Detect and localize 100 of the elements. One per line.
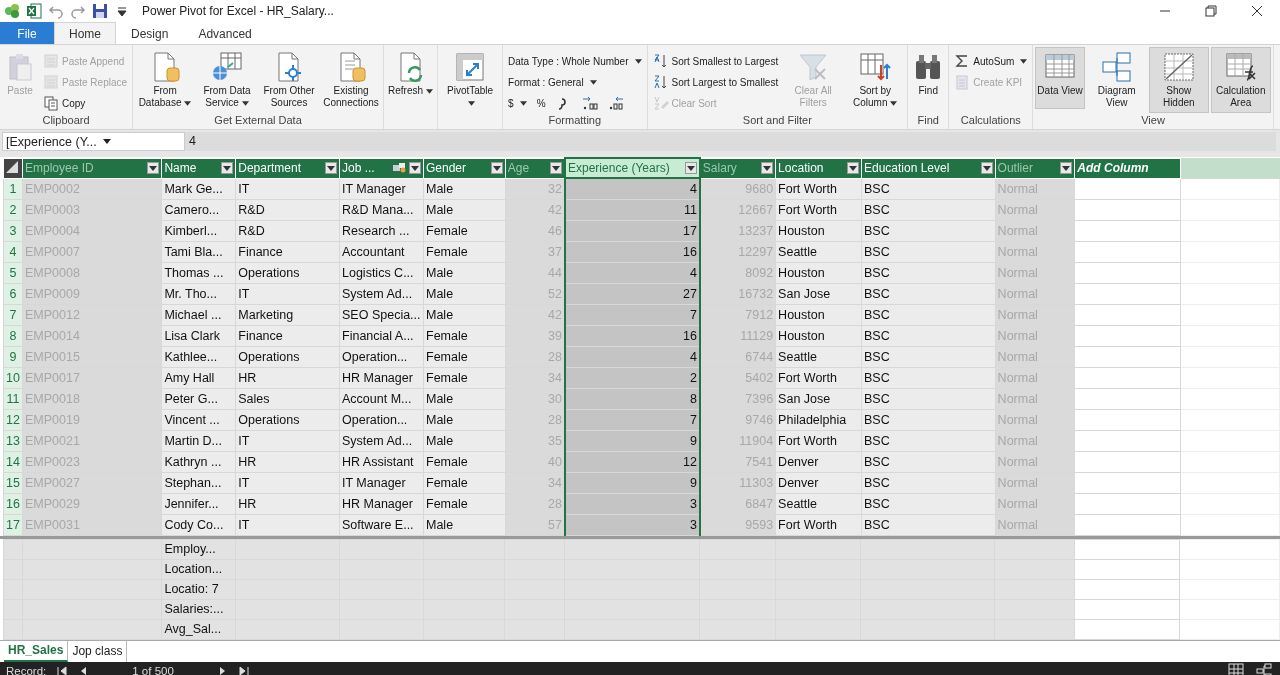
sheet-tab[interactable]: HR_Sales	[4, 640, 69, 662]
group-label: View	[1140, 113, 1166, 128]
filter-dropdown-icon[interactable]	[550, 162, 562, 174]
row-number[interactable]: 5	[3, 262, 23, 283]
copy-icon	[43, 95, 59, 111]
column-header[interactable]: Add Column	[1074, 158, 1181, 178]
table-cell: 9	[565, 430, 700, 451]
row-number[interactable]: 8	[3, 325, 23, 346]
column-header[interactable]: Salary	[699, 158, 776, 178]
filter-dropdown-icon[interactable]	[221, 162, 234, 174]
table-cell: 12	[565, 451, 700, 472]
row-number[interactable]: 14	[3, 451, 23, 472]
column-header[interactable]: Location	[775, 158, 862, 178]
save-icon[interactable]	[92, 3, 108, 19]
ribbon-button[interactable]: Sort by Column	[845, 47, 906, 113]
row-number[interactable]: 6	[3, 283, 23, 304]
column-header[interactable]: Age	[505, 158, 565, 178]
record-position: 1 of 500	[132, 665, 174, 675]
ribbon-tab[interactable]: Advanced	[183, 22, 267, 44]
ribbon-tab[interactable]: Design	[116, 22, 184, 44]
row-number[interactable]: 13	[3, 430, 23, 451]
ribbon-button[interactable]: $	[505, 93, 530, 113]
row-number[interactable]: 16	[3, 493, 23, 514]
row-number[interactable]: 9	[3, 346, 23, 367]
undo-icon[interactable]	[48, 3, 64, 19]
diagram-icon[interactable]	[1256, 663, 1272, 675]
ribbon-button[interactable]: Find	[910, 47, 947, 109]
group-label: Clipboard	[41, 113, 91, 128]
filter-dropdown-icon[interactable]	[147, 162, 160, 174]
filter-dropdown-icon[interactable]	[684, 162, 697, 174]
select-all-icon[interactable]	[6, 160, 18, 173]
row-number[interactable]: 15	[3, 472, 23, 493]
grid-icon[interactable]	[1228, 663, 1244, 675]
group-label: Sort and Filter	[741, 113, 813, 128]
row-number[interactable]: 3	[3, 220, 23, 241]
ribbon-button[interactable]: %	[533, 93, 549, 113]
name-box[interactable]: [Experience (Y...	[2, 132, 185, 151]
formula-field[interactable]: 4	[185, 132, 1276, 151]
ribbon-button[interactable]: Sort Smallest to Largest	[649, 51, 782, 71]
filter-dropdown-icon[interactable]	[409, 162, 421, 174]
filter-dropdown-icon[interactable]	[980, 162, 993, 174]
caret-icon	[519, 100, 527, 106]
column-header[interactable]: Education Level	[861, 158, 996, 178]
paste-icon	[43, 74, 59, 90]
filter-dropdown-icon[interactable]	[1060, 162, 1073, 174]
row-number[interactable]: 11	[3, 388, 23, 409]
first-record-icon[interactable]	[56, 666, 69, 675]
column-header[interactable]: Experience (Years)	[565, 158, 700, 178]
ribbon-tab[interactable]: Home	[54, 22, 116, 44]
dropdown-button[interactable]: Format : General	[505, 72, 645, 92]
relationship-icon	[392, 162, 406, 174]
table-cell: 27	[565, 283, 700, 304]
caret-icon	[426, 88, 434, 94]
formula-grid-icon	[1224, 51, 1257, 83]
measure-cell[interactable]: Employ...	[161, 539, 236, 559]
ribbon-button[interactable]: Show Hidden	[1148, 47, 1209, 113]
ribbon-button[interactable]: Refresh	[386, 47, 436, 109]
table-cell: 4	[565, 178, 700, 199]
dropdown-button[interactable]: Data Type : Whole Number	[505, 51, 645, 71]
diagram-icon	[1100, 51, 1133, 83]
caret-icon	[890, 100, 898, 106]
last-record-icon[interactable]	[237, 666, 250, 675]
ribbon-button[interactable]: From Other Sources	[259, 47, 320, 113]
ribbon-button[interactable]: From Data Service	[197, 47, 258, 113]
column-header[interactable]: Job ...	[339, 158, 424, 178]
paste-icon	[43, 53, 59, 69]
row-number[interactable]: 2	[3, 199, 23, 220]
row-number[interactable]: 12	[3, 409, 23, 430]
ribbon-button[interactable]: PivotTable	[440, 47, 501, 113]
column-header[interactable]: Employee ID	[22, 158, 162, 178]
column-header[interactable]: Department	[235, 158, 340, 178]
row-number[interactable]: 4	[3, 241, 23, 262]
filter-dropdown-icon[interactable]	[846, 162, 859, 174]
ribbon-button[interactable]: Copy	[40, 93, 131, 113]
row-number[interactable]: 17	[3, 514, 23, 535]
table-cell: 17	[565, 220, 700, 241]
ribbon-tab[interactable]: File	[0, 22, 54, 44]
column-header[interactable]: Gender	[423, 158, 506, 178]
ribbon-button[interactable]: AutoSum	[951, 51, 1031, 71]
caret-icon	[1020, 58, 1028, 64]
ribbon-button[interactable]: Diagram View	[1086, 47, 1147, 113]
filter-dropdown-icon[interactable]	[325, 162, 337, 174]
caret-icon	[634, 58, 642, 64]
row-number[interactable]: 1	[3, 178, 23, 199]
kpi-icon	[954, 74, 971, 90]
excel-icon[interactable]	[26, 3, 42, 19]
row-number[interactable]: 10	[3, 367, 23, 388]
ribbon-button[interactable]: Sort Largest to Smallest	[649, 72, 782, 92]
ribbon-button[interactable]: Existing Connections	[321, 47, 382, 113]
filter-dropdown-icon[interactable]	[490, 162, 503, 174]
filter-dropdown-icon[interactable]	[761, 162, 774, 174]
ribbon-button[interactable]: Data View	[1035, 47, 1085, 109]
column-header[interactable]: Outlier	[995, 158, 1075, 178]
pivot-table-icon	[454, 51, 487, 83]
sort-column-icon	[859, 51, 892, 83]
column-header[interactable]: Name	[161, 158, 236, 178]
ribbon-button[interactable]: Calculation Area	[1210, 47, 1271, 113]
redo-icon[interactable]	[70, 3, 86, 19]
ribbon-button[interactable]: From Database	[135, 47, 196, 113]
row-number[interactable]: 7	[3, 304, 23, 325]
